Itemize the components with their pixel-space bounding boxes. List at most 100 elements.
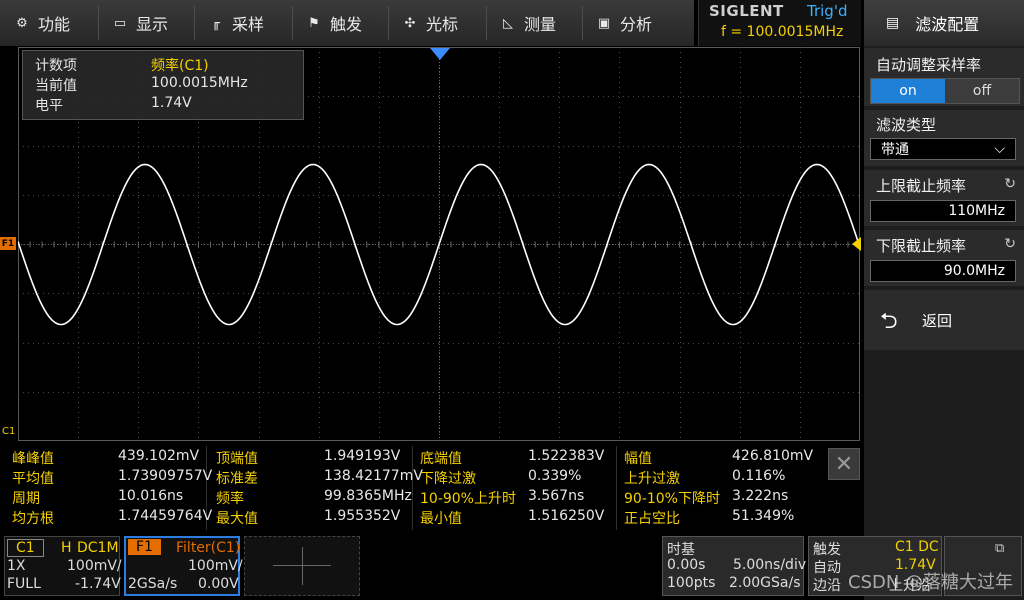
add-channel-slot[interactable] <box>244 536 360 596</box>
menu-cursor[interactable]: ✣ 光标 <box>388 0 486 46</box>
filter-type-select[interactable]: 带通 ⌵ <box>870 138 1016 160</box>
meas-value: 1.955352V <box>324 508 401 524</box>
meas-label: 标准差 <box>216 471 258 487</box>
menu-measure[interactable]: ◺ 测量 <box>486 0 582 46</box>
settings-icon: ⚙ <box>16 15 28 31</box>
meas-value: 1.949193V <box>324 448 401 464</box>
upper-cutoff-field[interactable]: 110MHz <box>870 200 1016 222</box>
channel-c1-info[interactable]: C1 H DC1M 1X 100mV/ FULL -1.74V <box>4 536 122 596</box>
close-measurements-button[interactable]: ✕ <box>828 448 860 480</box>
c1-bandwidth: FULL <box>7 576 41 592</box>
panel-title[interactable]: ▤ 滤波配置 <box>864 0 1024 46</box>
lower-cutoff-value: 90.0MHz <box>943 263 1005 279</box>
menu-label: 触发 <box>330 15 363 34</box>
counter-key: 电平 <box>35 98 63 114</box>
meas-label: 最小值 <box>420 511 462 527</box>
measurement-table: 峰峰值 439.102mV 顶端值 1.949193V 底端值 1.522383… <box>6 446 820 530</box>
channel-f1-info[interactable]: F1 Filter(C1) 100mV/ 2GSa/s 0.00V <box>124 536 243 596</box>
refresh-icon[interactable]: ↻ <box>1004 176 1016 192</box>
meas-label: 周期 <box>12 491 40 507</box>
meas-value: 3.222ns <box>732 488 789 504</box>
meas-label: 下降过激 <box>420 471 476 487</box>
counter-row: 电平 1.74V <box>35 95 192 115</box>
meas-value: 99.8365MHz <box>324 488 412 504</box>
c1-offset: -1.74V <box>75 576 121 592</box>
meas-value: 138.42177mV <box>324 468 423 484</box>
timebase-label: 时基 <box>667 542 695 558</box>
auto-rate-block: 自动调整采样率 on off <box>864 48 1024 106</box>
f1-source: Filter(C1) <box>176 540 241 556</box>
c1-coupling: DC1M <box>77 540 119 556</box>
lower-cutoff-field[interactable]: 90.0MHz <box>870 260 1016 282</box>
meas-label: 正占空比 <box>624 511 680 527</box>
timebase-points: 100pts <box>667 575 716 591</box>
network-icon: ⧉ <box>995 541 1005 556</box>
c1-coupling-prefix: H <box>61 540 72 556</box>
meas-value: 0.116% <box>732 468 786 484</box>
counter-key: 当前值 <box>35 78 77 94</box>
meas-value: 3.567ns <box>528 488 585 504</box>
meas-label: 最大值 <box>216 511 258 527</box>
meas-value: 1.516250V <box>528 508 605 524</box>
trigger-position-marker[interactable] <box>430 48 450 60</box>
meas-value: 10.016ns <box>118 488 184 504</box>
auto-rate-label: 自动调整采样率 <box>876 56 982 74</box>
trigger-mode: 自动 <box>813 560 841 576</box>
upper-cutoff-block: 上限截止频率 ↻ 110MHz <box>864 170 1024 226</box>
meas-label: 平均值 <box>12 471 54 487</box>
c1-channel-marker[interactable]: C1 <box>2 426 15 437</box>
brand-logo: SIGLENT <box>709 2 784 20</box>
menu-display[interactable]: ▭ 显示 <box>98 0 194 46</box>
counter-value: 频率(C1) <box>151 58 209 74</box>
meas-value: 439.102mV <box>118 448 200 464</box>
trigger-type: 边沿 <box>813 578 841 594</box>
top-menu-bar: ⚙ 功能 ▭ 显示 ╓ 采样 ⚑ 触发 ✣ 光标 ◺ 测量 ▣ 分析 <box>0 0 694 46</box>
toggle-on-option[interactable]: on <box>871 79 945 103</box>
c1-probe: 1X <box>7 558 26 574</box>
c1-scale: 100mV/ <box>67 558 122 574</box>
menu-analysis[interactable]: ▣ 分析 <box>582 0 692 46</box>
counter-value: 1.74V <box>151 95 192 111</box>
panel-title-text: 滤波配置 <box>915 15 980 34</box>
toggle-off-option[interactable]: off <box>945 79 1019 103</box>
meas-value: 426.810mV <box>732 448 814 464</box>
counter-value: 100.0015MHz <box>151 75 248 91</box>
meas-value: 0.339% <box>528 468 582 484</box>
counter-row: 计数项 频率(C1) <box>35 55 209 75</box>
back-arrow-icon: ⮌ <box>880 309 898 334</box>
menu-acquire[interactable]: ╓ 采样 <box>194 0 292 46</box>
chevron-down-icon: ⌵ <box>994 141 1005 157</box>
filter-type-block: 滤波类型 带通 ⌵ <box>864 110 1024 166</box>
f1-channel-marker[interactable]: F1 <box>0 237 16 250</box>
meas-label: 10-90%上升时 <box>420 491 516 507</box>
timebase-info[interactable]: 时基 0.00s 5.00ns/div 100pts 2.00GSa/s <box>662 536 806 596</box>
meas-value: 1.522383V <box>528 448 605 464</box>
menu-label: 功能 <box>38 15 71 34</box>
meas-label: 顶端值 <box>216 451 258 467</box>
f1-label: F1 <box>128 539 161 555</box>
meas-value: 51.349% <box>732 508 795 524</box>
menu-function[interactable]: ⚙ 功能 <box>0 0 98 46</box>
lower-cutoff-block: 下限截止频率 ↻ 90.0MHz <box>864 230 1024 286</box>
measure-icon: ◺ <box>503 15 513 31</box>
close-icon: ✕ <box>834 451 854 477</box>
trigger-label: 触发 <box>813 542 841 558</box>
timebase-delay: 0.00s <box>667 557 706 573</box>
status-box: SIGLENT Trig'd f = 100.0015MHz <box>698 0 861 46</box>
menu-trigger[interactable]: ⚑ 触发 <box>292 0 388 46</box>
meas-label: 峰峰值 <box>12 451 54 467</box>
counter-overlay: 计数项 频率(C1) 当前值 100.0015MHz 电平 1.74V <box>22 50 304 120</box>
lower-cutoff-label: 下限截止频率 <box>876 237 967 255</box>
back-button[interactable]: ⮌ 返回 <box>864 290 1024 350</box>
refresh-icon[interactable]: ↻ <box>1004 236 1016 252</box>
trigger-status: Trig'd <box>807 2 848 20</box>
auto-rate-toggle[interactable]: on off <box>870 78 1020 104</box>
trigger-level-marker[interactable] <box>852 237 861 251</box>
counter-row: 当前值 100.0015MHz <box>35 75 248 95</box>
trigger-source: C1 DC <box>895 539 939 555</box>
meas-label: 上升过激 <box>624 471 680 487</box>
upper-cutoff-label: 上限截止频率 <box>876 177 967 195</box>
filter-config-panel: ▤ 滤波配置 自动调整采样率 on off 滤波类型 带通 ⌵ 上限截止频率 ↻… <box>864 0 1024 600</box>
analysis-icon: ▣ <box>597 15 611 31</box>
meas-label: 均方根 <box>12 511 54 527</box>
